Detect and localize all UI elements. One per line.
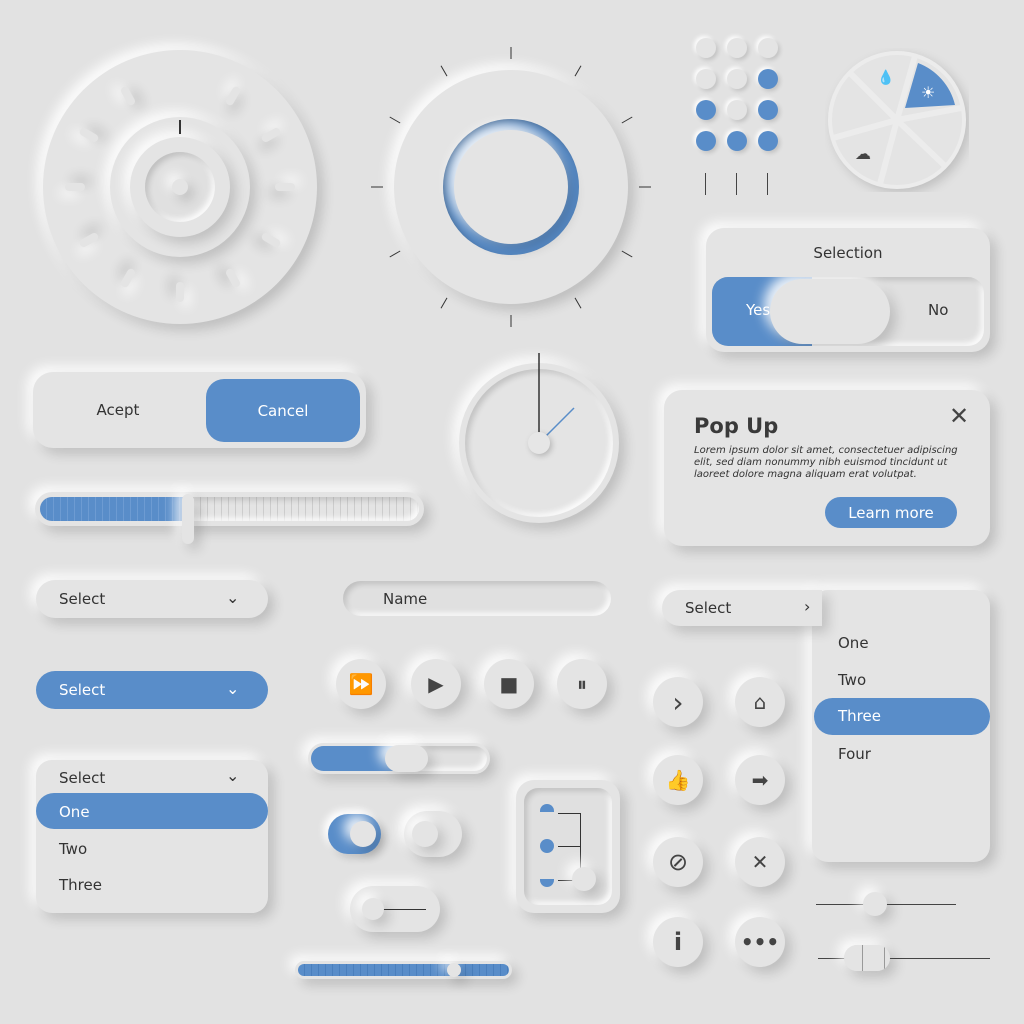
option-three[interactable]: Three: [59, 876, 102, 894]
side-option-one[interactable]: One: [838, 634, 869, 652]
knob-tick: [440, 297, 448, 309]
selection-toggle[interactable]: Yes No: [712, 277, 984, 346]
slider-handle[interactable]: [384, 745, 428, 772]
pause-button[interactable]: ⏸: [557, 659, 607, 709]
dial-tick: [176, 282, 184, 302]
ban-button[interactable]: ⊘: [653, 837, 703, 887]
name-input[interactable]: Name: [343, 581, 611, 616]
play-button[interactable]: ▶: [411, 659, 461, 709]
popup: Pop Up ✕ Lorem ipsum dolor sit amet, con…: [664, 390, 990, 546]
toggle-off[interactable]: [404, 811, 462, 857]
dot[interactable]: [758, 100, 778, 120]
slider-handle[interactable]: [843, 945, 890, 971]
rain-icon: 💧: [877, 69, 894, 86]
dot[interactable]: [696, 100, 716, 120]
range-slider[interactable]: [35, 492, 424, 544]
dial-tick: [119, 85, 136, 107]
dial-tick: [78, 231, 100, 248]
home-button[interactable]: ⌂: [735, 677, 785, 727]
dial-tick: [224, 267, 241, 289]
selection-card: Selection Yes No: [706, 228, 990, 352]
no-label: No: [928, 301, 949, 319]
dot[interactable]: [696, 38, 716, 58]
dot[interactable]: [696, 131, 716, 151]
clock-hands: [528, 353, 575, 454]
knob-ticks: [371, 47, 651, 327]
select-open[interactable]: Select ⌄ One Two Three: [36, 760, 268, 913]
button-group: Acept Cancel: [33, 372, 366, 448]
dial-tick: [260, 231, 282, 248]
dial-tick: [260, 126, 282, 143]
dial-tick: [65, 183, 85, 191]
toggle-on[interactable]: [328, 814, 381, 854]
learn-more-button[interactable]: Learn more: [825, 497, 957, 528]
select-label: Select: [59, 590, 106, 608]
chevron-down-icon: ⌄: [226, 766, 240, 785]
select-label: Select: [59, 769, 106, 787]
select-label: Select: [59, 681, 106, 699]
side-option-four[interactable]: Four: [838, 745, 871, 763]
toggle-line[interactable]: [350, 886, 440, 932]
popup-title: Pop Up: [694, 414, 779, 438]
knob-tick: [440, 65, 448, 77]
dot[interactable]: [727, 131, 747, 151]
side-select[interactable]: Select ›: [662, 590, 822, 626]
knob-tick: [621, 250, 633, 258]
dot[interactable]: [758, 69, 778, 89]
dot[interactable]: [696, 69, 716, 89]
selection-title: Selection: [813, 244, 883, 262]
fast-forward-button[interactable]: ⏩: [336, 659, 386, 709]
knob-tick: [621, 116, 633, 124]
side-option-two[interactable]: Two: [838, 671, 866, 689]
dot[interactable]: [727, 69, 747, 89]
slider-handle[interactable]: [181, 494, 194, 544]
progress-slider[interactable]: [308, 743, 490, 774]
dial-tick: [78, 126, 100, 143]
cancel-button[interactable]: Cancel: [206, 379, 360, 442]
dot[interactable]: [727, 100, 747, 120]
cloud-icon: ☁: [855, 144, 871, 163]
option-two[interactable]: Two: [59, 840, 87, 858]
dial-tick: [119, 267, 136, 289]
chevron-down-icon: ⌄: [226, 679, 240, 698]
info-button[interactable]: i: [653, 917, 703, 967]
yes-label: Yes: [746, 301, 771, 319]
select-plain[interactable]: Select ⌄: [36, 580, 268, 618]
close-button[interactable]: ✕: [735, 837, 785, 887]
knob-tick: [389, 116, 401, 124]
slider-handle[interactable]: [862, 892, 887, 916]
chevron-right-icon: ›: [804, 597, 811, 616]
chevron-right-button[interactable]: ›: [653, 677, 703, 727]
selection-knob[interactable]: [770, 279, 890, 344]
knob-tick: [574, 65, 582, 77]
sun-icon: ☀: [921, 83, 935, 102]
thumbs-up-button[interactable]: 👍: [653, 755, 703, 805]
knob-tick: [389, 250, 401, 258]
select-label: Select: [685, 599, 732, 617]
select-blue[interactable]: Select ⌄: [36, 671, 268, 709]
weather-wheel[interactable]: 💧 ☀ ☁: [825, 48, 969, 192]
dial[interactable]: [43, 50, 317, 324]
slider-handle[interactable]: [446, 963, 461, 977]
option-label: Three: [838, 707, 881, 725]
dot[interactable]: [758, 38, 778, 58]
dial-tick: [275, 183, 295, 191]
close-icon[interactable]: ✕: [949, 402, 969, 430]
dot[interactable]: [727, 38, 747, 58]
name-placeholder: Name: [383, 590, 428, 608]
step-selector[interactable]: [516, 780, 620, 913]
dot[interactable]: [758, 131, 778, 151]
more-button[interactable]: •••: [735, 917, 785, 967]
popup-body: Lorem ipsum dolor sit amet, consectetuer…: [694, 445, 958, 480]
accept-button[interactable]: Acept: [33, 372, 203, 448]
bottom-slider[interactable]: [295, 961, 512, 979]
dial-tick: [224, 85, 241, 107]
arrow-right-button[interactable]: ➡: [735, 755, 785, 805]
stop-button[interactable]: ■: [484, 659, 534, 709]
option-label[interactable]: One: [59, 803, 90, 821]
chevron-down-icon: ⌄: [226, 588, 240, 607]
knob-tick: [574, 297, 582, 309]
